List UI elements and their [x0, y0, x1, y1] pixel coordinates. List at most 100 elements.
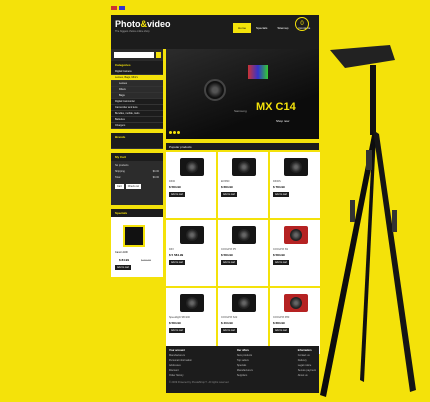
- cart-button[interactable]: Cart: [115, 184, 124, 189]
- popular-products-heading: Popular products: [166, 143, 319, 150]
- footer-link[interactable]: Contact us: [298, 354, 316, 357]
- add-to-cart-button[interactable]: Add to cart: [273, 260, 290, 265]
- special-product-price: $ 84.99: [119, 258, 130, 262]
- cart-shipping-value: $0.00: [152, 170, 159, 173]
- brands-heading: Brands: [111, 133, 163, 141]
- add-to-cart-button[interactable]: Add to cart: [169, 260, 186, 265]
- logo-text-tail: video: [147, 19, 171, 29]
- product-name[interactable]: D3X: [169, 248, 174, 251]
- footer-link[interactable]: Addresses: [169, 364, 192, 367]
- flag-uk-icon[interactable]: [111, 6, 117, 10]
- product-name[interactable]: EOS5D: [221, 180, 229, 183]
- footer-link[interactable]: Manufacturers: [169, 354, 192, 357]
- add-to-cart-button[interactable]: Add to cart: [221, 328, 238, 333]
- cart-total-row: Total $0.00: [115, 176, 159, 179]
- search-input[interactable]: [114, 52, 154, 58]
- product-price: $ 5 584.99: [169, 253, 184, 257]
- product-name[interactable]: Speedlight SB-900: [169, 316, 190, 319]
- product-name[interactable]: COOLPIX S9: [273, 248, 288, 251]
- product-name[interactable]: COOLPIX P5: [221, 248, 236, 251]
- product-image[interactable]: [180, 226, 204, 244]
- add-to-cart-button[interactable]: Add to cart: [169, 328, 186, 333]
- footer-heading: Your account: [169, 349, 185, 352]
- sidebar: Categories Digital Camera Lenses, Bags, …: [111, 49, 163, 277]
- shop-now-link[interactable]: Shop now: [276, 119, 289, 123]
- product-name[interactable]: D300S: [273, 180, 281, 183]
- footer-link[interactable]: New products: [237, 354, 253, 357]
- cart-block: No products Shipping $0.00 Total $0.00 C…: [111, 161, 163, 205]
- special-product-name[interactable]: Canon 40D: [115, 251, 128, 254]
- product-image[interactable]: [232, 294, 256, 312]
- specials-heading: Specials: [111, 209, 163, 217]
- brands-select[interactable]: [111, 141, 163, 149]
- cart-buttons: Cart Check out: [115, 184, 159, 189]
- footer-link[interactable]: Delivery: [298, 359, 316, 362]
- footer-link[interactable]: Manufacturers: [237, 369, 253, 372]
- product-name[interactable]: COOLPIX P80: [273, 316, 289, 319]
- cart-count-badge[interactable]: 0: [295, 17, 309, 31]
- product-price: $ 404.99: [221, 321, 233, 325]
- pager-dot[interactable]: [169, 131, 172, 134]
- product-card: COOLPIX S22 $ 404.99 Add to cart: [218, 288, 268, 354]
- product-image[interactable]: [284, 294, 308, 312]
- footer: Your account Manufacturers Personal info…: [166, 346, 319, 393]
- pager-dot[interactable]: [177, 131, 180, 134]
- add-to-cart-button[interactable]: Add to cart: [273, 192, 290, 197]
- add-to-cart-button[interactable]: Add to cart: [169, 192, 186, 197]
- product-price: $ 684.99: [273, 321, 285, 325]
- footer-link[interactable]: Personal information: [169, 359, 192, 362]
- add-to-cart-button[interactable]: Add to cart: [115, 265, 132, 270]
- cart-shipping-label: Shipping: [115, 170, 125, 173]
- footer-heading: Our offers: [236, 349, 249, 352]
- footer-link[interactable]: Secure payment: [298, 369, 316, 372]
- nav-home[interactable]: Home: [233, 23, 252, 33]
- nav-sitemap[interactable]: Sitemap: [272, 23, 293, 33]
- cart-total-value: $0.00: [152, 176, 159, 179]
- product-card: D300 $ 584.99 Add to cart: [166, 152, 216, 218]
- search-button[interactable]: [156, 52, 161, 58]
- special-product-image[interactable]: [123, 225, 145, 247]
- logo[interactable]: Photo&video: [115, 19, 171, 29]
- categories-heading: Categories: [111, 61, 163, 69]
- nav-specials[interactable]: Specials: [251, 23, 272, 33]
- footer-link[interactable]: About us: [298, 374, 316, 377]
- product-image[interactable]: [180, 158, 204, 176]
- product-image[interactable]: [180, 294, 204, 312]
- add-to-cart-button[interactable]: Add to cart: [221, 192, 238, 197]
- cart-shipping-row: Shipping $0.00: [115, 170, 159, 173]
- product-card: D300S $ 784.99 Add to cart: [270, 152, 320, 218]
- product-image[interactable]: [284, 158, 308, 176]
- product-image[interactable]: [284, 226, 308, 244]
- footer-link[interactable]: Top sellers: [237, 359, 253, 362]
- footer-col-information: Information Contact us Delivery Legal no…: [298, 349, 316, 377]
- add-to-cart-button[interactable]: Add to cart: [221, 260, 238, 265]
- add-to-cart-button[interactable]: Add to cart: [273, 328, 290, 333]
- product-card: COOLPIX P5 $ 584.99 Add to cart: [218, 220, 268, 286]
- footer-link[interactable]: Suppliers: [237, 374, 253, 377]
- footer-link[interactable]: Discount: [169, 369, 192, 372]
- pager-dot[interactable]: [173, 131, 176, 134]
- footer-link[interactable]: Order history: [169, 374, 192, 377]
- product-name[interactable]: D300: [169, 180, 175, 183]
- product-card: D3X $ 5 584.99 Add to cart: [166, 220, 216, 286]
- cart-total-label: Total: [115, 176, 121, 179]
- special-product: Canon 40D $ 84.99 $ 90.99 Add to cart: [111, 217, 163, 277]
- footer-col-offers: Our offers New products Top sellers Spec…: [237, 349, 253, 377]
- product-image[interactable]: [232, 158, 256, 176]
- checkout-button[interactable]: Check out: [125, 184, 141, 189]
- logo-text: Photo: [115, 19, 141, 29]
- footer-link[interactable]: Legal notice: [298, 364, 316, 367]
- copyright: © 2009 Powered by PrestaShop™. All right…: [169, 381, 229, 384]
- footer-link[interactable]: Specials: [237, 364, 253, 367]
- product-price: $ 584.99: [273, 253, 285, 257]
- flag-fr-icon[interactable]: [119, 6, 125, 10]
- promo-banner[interactable]: Samsung MX C14 Shop now: [166, 49, 319, 139]
- category-item[interactable]: Chargers: [111, 123, 163, 129]
- top-links-bar: [111, 3, 319, 13]
- product-image[interactable]: [232, 226, 256, 244]
- product-price: $ 584.99: [169, 185, 181, 189]
- footer-heading: Information: [297, 349, 312, 352]
- product-name[interactable]: COOLPIX S22: [221, 316, 237, 319]
- product-card: COOLPIX P80 $ 684.99 Add to cart: [270, 288, 320, 354]
- product-price: $ 584.99: [169, 321, 181, 325]
